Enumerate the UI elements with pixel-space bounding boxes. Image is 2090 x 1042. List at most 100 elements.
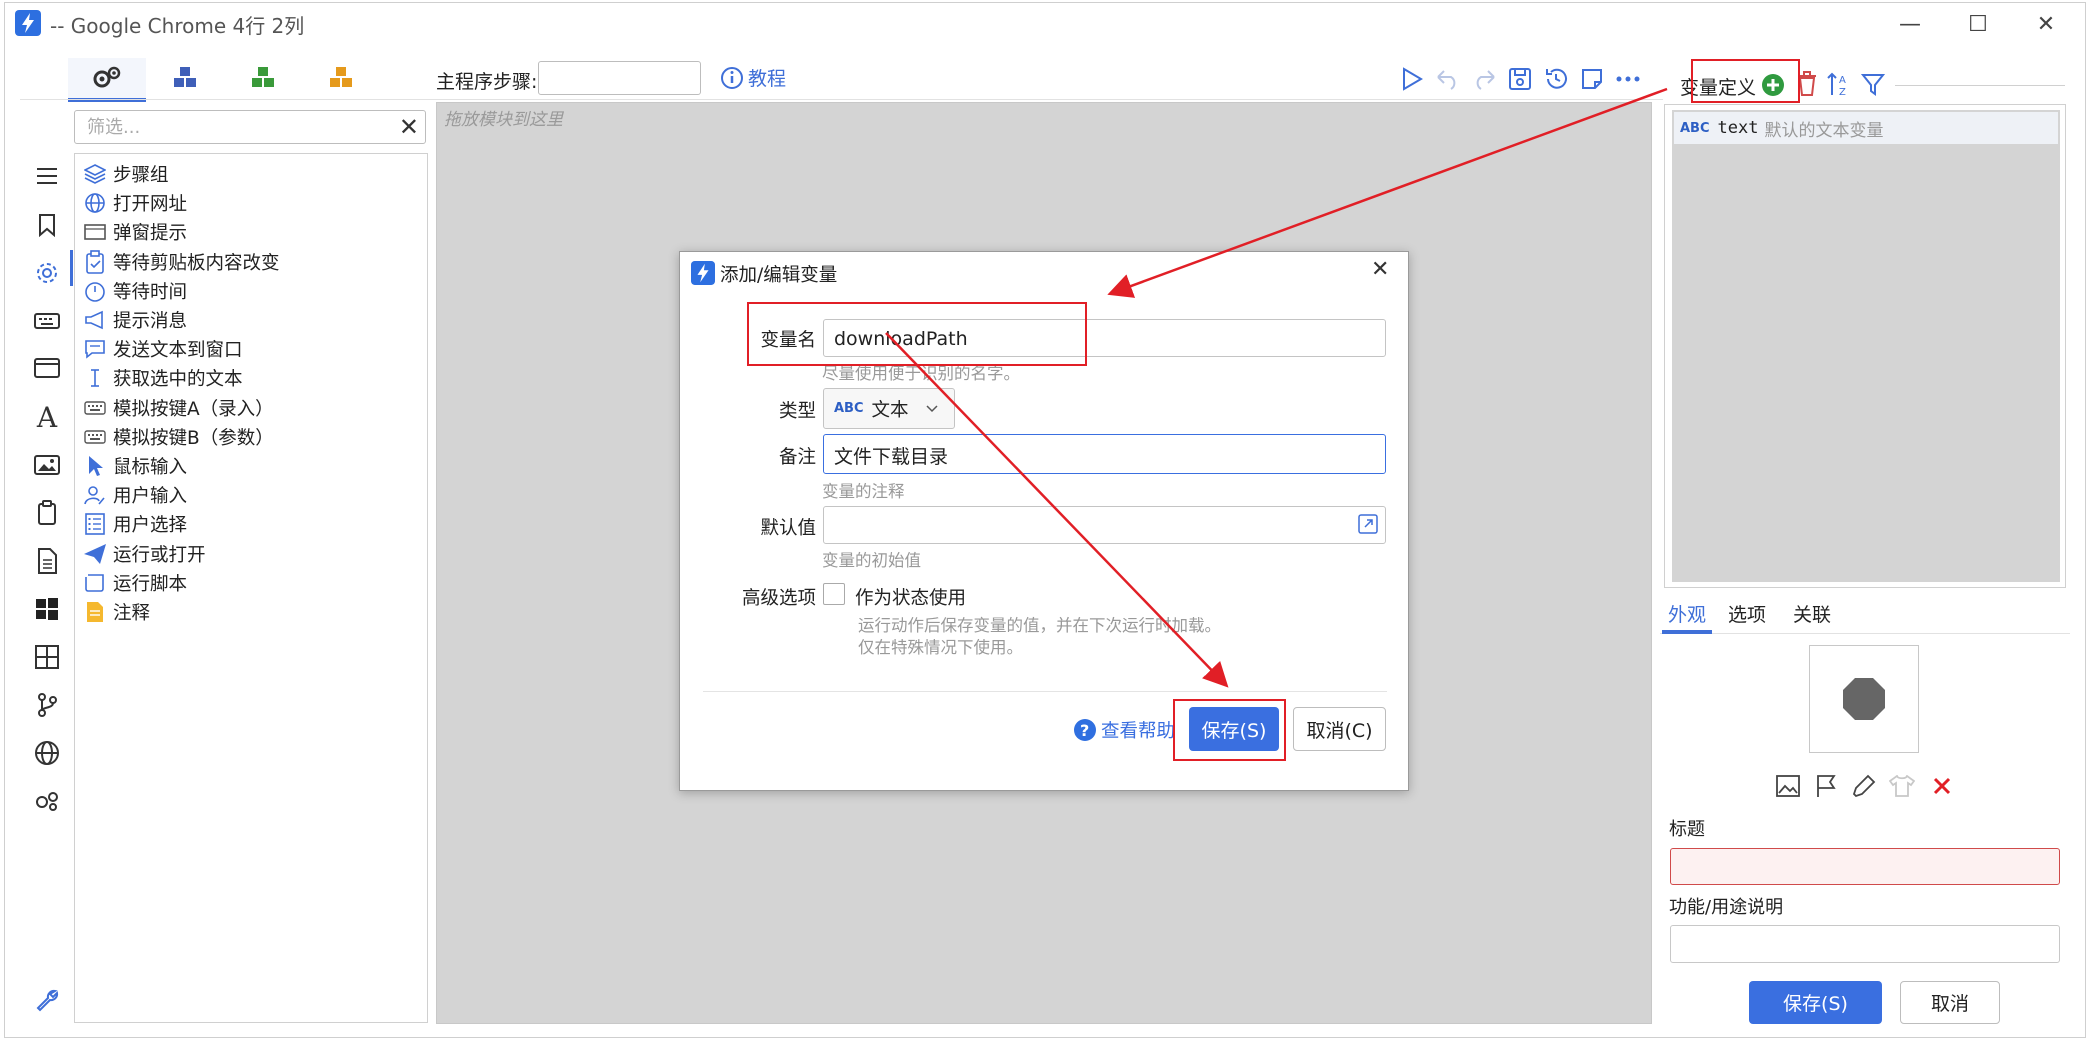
title-input[interactable] — [1670, 848, 2060, 885]
windows-icon[interactable] — [32, 594, 62, 624]
window-icon[interactable] — [32, 353, 62, 383]
module-item-label: 提示消息 — [113, 311, 188, 332]
module-item-label: 模拟按键B（参数） — [113, 427, 274, 449]
image-select-button[interactable] — [1774, 772, 1802, 800]
default-input[interactable] — [823, 506, 1386, 544]
save-toolbar-button[interactable] — [1503, 62, 1537, 96]
flag-icon — [1817, 775, 1836, 797]
variable-row[interactable]: ABC text 默认的文本变量 — [1674, 112, 2058, 144]
settings-icon[interactable] — [32, 258, 62, 288]
name-input[interactable] — [823, 319, 1386, 357]
skin-button[interactable] — [1888, 772, 1916, 800]
advanced-settings-icon[interactable] — [32, 786, 62, 816]
state-checkbox-label[interactable]: 作为状态使用 — [855, 584, 966, 610]
type-value: 文本 — [871, 399, 909, 421]
tab-active-indicator — [1662, 630, 1712, 634]
maximize-button[interactable]: ☐ — [1948, 6, 2008, 42]
color-picker-button[interactable] — [1850, 772, 1878, 800]
note-input[interactable] — [823, 434, 1386, 474]
clipboard-icon[interactable] — [32, 498, 62, 528]
type-select[interactable]: ABC 文本 — [823, 388, 955, 429]
name-label: 变量名 — [760, 330, 816, 351]
delete-variable-button[interactable] — [1794, 70, 1820, 98]
eyedropper-icon — [1852, 774, 1876, 798]
menu-icon[interactable] — [32, 161, 62, 191]
svg-text:Z: Z — [1839, 87, 1846, 97]
tutorial-label: 教程 — [748, 68, 787, 90]
close-window-button[interactable]: ✕ — [2016, 6, 2076, 42]
variable-desc: 默认的文本变量 — [1764, 120, 1884, 141]
expand-editor-button[interactable] — [1356, 512, 1380, 536]
dialog-cancel-button[interactable]: 取消(C) — [1293, 707, 1386, 751]
module-item-label: 运行或打开 — [113, 544, 206, 566]
add-variable-button[interactable] — [1760, 72, 1786, 98]
cubes-orange-icon — [330, 67, 352, 87]
clear-filter-button[interactable]: ✕ — [399, 113, 419, 141]
tutorial-link[interactable]: 教程 — [720, 64, 786, 91]
clipboard-icon — [83, 249, 107, 274]
dialog-save-button[interactable]: 保存(S) — [1189, 707, 1279, 751]
megaphone-icon — [83, 308, 107, 332]
module-filter[interactable]: ✕ — [74, 110, 426, 144]
module-filter-input[interactable] — [85, 111, 389, 143]
state-checkbox[interactable] — [823, 583, 845, 605]
globe-icon[interactable] — [32, 738, 62, 768]
panel-title-line — [1895, 85, 2065, 86]
history-button[interactable] — [1539, 62, 1573, 96]
tab-blue-modules[interactable] — [146, 58, 224, 98]
list-check-icon — [83, 512, 107, 536]
note-button[interactable] — [1575, 62, 1609, 96]
gears-icon — [93, 66, 121, 88]
tab-options[interactable]: 选项 — [1728, 600, 1766, 627]
dialog-title: 添加/编辑变量 — [720, 265, 838, 286]
chevron-down-icon — [926, 404, 938, 412]
calculator-icon[interactable] — [32, 642, 62, 672]
clear-icon-button[interactable] — [1928, 772, 1956, 800]
sort-button[interactable]: AZ — [1826, 70, 1854, 98]
icon-preview[interactable] — [1809, 645, 1919, 753]
dialog-logo-icon — [690, 260, 716, 286]
help-link[interactable]: ? 查看帮助 — [1073, 717, 1175, 743]
module-item-label: 步骤组 — [113, 165, 169, 186]
help-icon: ? — [1074, 719, 1096, 741]
tab-basic-modules[interactable] — [68, 58, 146, 102]
keyboard-icon[interactable] — [32, 306, 62, 336]
flag-button[interactable] — [1812, 772, 1840, 800]
undo-button[interactable] — [1431, 62, 1465, 96]
document-icon[interactable] — [32, 546, 62, 576]
image-icon[interactable] — [32, 450, 62, 480]
svg-text:A: A — [1839, 75, 1846, 86]
dialog-close-button[interactable]: ✕ — [1371, 257, 1389, 282]
redo-button[interactable] — [1467, 62, 1501, 96]
wrench-icon[interactable] — [32, 985, 62, 1015]
description-input[interactable] — [1670, 925, 2060, 963]
font-icon[interactable]: A — [32, 401, 62, 434]
module-item-label: 等待剪贴板内容改变 — [113, 252, 280, 274]
panel-cancel-button[interactable]: 取消 — [1900, 981, 2000, 1024]
step-input[interactable] — [538, 61, 701, 95]
tab-relations[interactable]: 关联 — [1793, 600, 1831, 627]
module-list: 步骤组 打开网址 弹窗提示 等待剪贴板内容改变 等待时间 提示消息 发送文本到窗口 获取选中的… — [74, 153, 428, 1023]
tab-appearance[interactable]: 外观 — [1668, 600, 1706, 627]
step-label: 主程序步骤: — [436, 71, 538, 93]
note-input-field[interactable] — [832, 439, 1341, 471]
tab-orange-modules[interactable] — [302, 58, 380, 98]
module-item-label: 等待时间 — [113, 281, 188, 303]
default-input-field[interactable] — [832, 510, 1316, 542]
branch-icon[interactable] — [32, 690, 62, 720]
minimize-button[interactable]: — — [1880, 6, 1940, 42]
filter-button[interactable] — [1860, 71, 1886, 97]
more-button[interactable] — [1611, 62, 1645, 96]
name-input-field[interactable] — [832, 323, 1341, 355]
step-input-field[interactable] — [545, 62, 699, 94]
advanced-hint-2: 仅在特殊情况下使用。 — [858, 638, 1023, 657]
cubes-green-icon — [252, 67, 274, 87]
module-item[interactable]: 注释 — [83, 594, 150, 630]
open-external-icon — [1358, 514, 1378, 534]
paper-plane-icon — [83, 542, 107, 566]
tab-green-modules[interactable] — [224, 58, 302, 98]
bookmark-icon[interactable] — [32, 210, 62, 240]
panel-save-button[interactable]: 保存(S) — [1749, 981, 1882, 1024]
keyboard-icon — [83, 396, 107, 420]
run-button[interactable] — [1395, 62, 1429, 96]
